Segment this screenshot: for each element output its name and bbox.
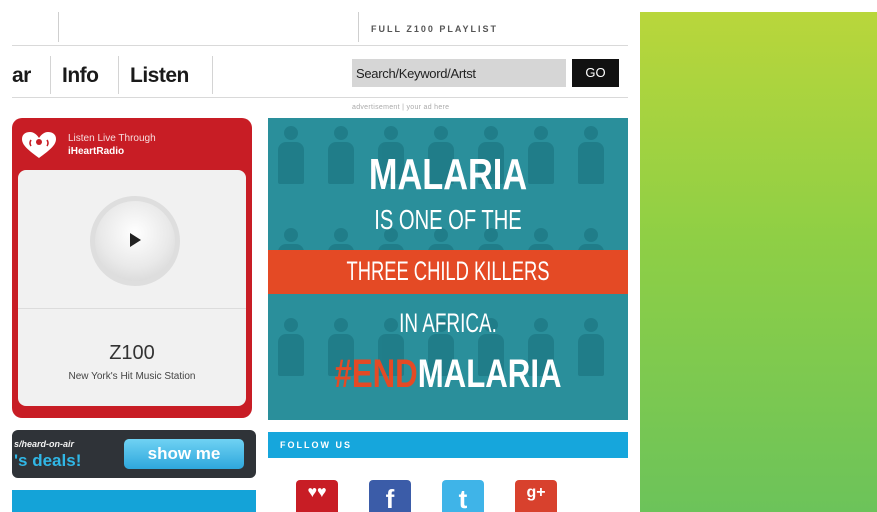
deals-banner[interactable]: s/heard-on-air 's deals! show me [12,430,256,478]
twitter-icon[interactable]: t [442,480,484,512]
play-icon [130,233,141,247]
facebook-icon-glyph: f [385,484,395,512]
ad-line-3: THREE CHILD KILLERS [346,256,550,286]
person-silhouette [278,318,304,376]
ad-hashtag-end: #END [334,352,418,396]
facebook-icon[interactable]: f [369,480,411,512]
ad-hashtag-malaria: MALARIA [417,352,562,396]
main-nav: ar Info Listen GO [12,52,628,98]
divider [118,56,119,94]
iheart-caption: Listen Live Through iHeartRadio [68,132,156,158]
page: FULL Z100 PLAYLIST ar Info Listen GO adv… [0,0,877,512]
divider [58,12,59,42]
ad-headline: MALARIA [368,150,528,199]
station-tagline: New York's Hit Music Station [68,371,196,382]
malaria-advertisement[interactable]: MALARIA IS ONE OF THE THREE CHILD KILLER… [268,118,628,420]
search-input[interactable] [352,59,566,87]
divider [50,56,51,94]
full-playlist-link[interactable]: FULL Z100 PLAYLIST [358,12,618,42]
blue-banner-strip [12,490,256,512]
show-me-button[interactable]: show me [124,439,244,469]
side-background-panel [640,12,877,512]
iheart-caption-line2: iHeartRadio [68,146,125,157]
follow-us-label: FOLLOW US [280,440,352,450]
ad-hashtag: #ENDMALARIA [308,352,589,397]
divider [18,308,246,309]
iheart-icon-glyph: ♥♥ [307,484,327,501]
nav-tab-listen[interactable]: Listen [130,57,189,93]
play-button[interactable] [90,196,180,286]
ad-highlight-band: THREE CHILD KILLERS [268,250,628,294]
station-name: Z100 [109,342,155,364]
google-plus-icon-glyph: g+ [526,484,546,501]
top-strip: FULL Z100 PLAYLIST [12,12,628,46]
nav-tab-info[interactable]: Info [62,57,99,93]
radio-player: Z100 New York's Hit Music Station [18,170,246,406]
nav-tab-partial[interactable]: ar [12,57,31,93]
twitter-icon-glyph: t [458,484,468,512]
person-silhouette [278,126,304,184]
iheartradio-widget: Listen Live Through iHeartRadio Z100 New… [12,118,252,418]
go-button[interactable]: GO [572,59,619,87]
iheart-caption-line1: Listen Live Through [68,133,156,144]
google-plus-icon[interactable]: g+ [515,480,557,512]
divider [212,56,213,94]
deals-banner-title: 's deals! [14,451,82,470]
ad-line-4: IN AFRICA. [399,308,497,338]
deals-banner-caption: s/heard-on-air [14,439,75,449]
iheart-icon[interactable]: ♥♥ [296,480,338,512]
advertisement-label: advertisement | your ad here [352,104,450,111]
follow-us-bar: FOLLOW US [268,432,628,458]
iheartradio-logo-icon [22,132,56,158]
ad-line-2: IS ONE OF THE [374,204,522,235]
